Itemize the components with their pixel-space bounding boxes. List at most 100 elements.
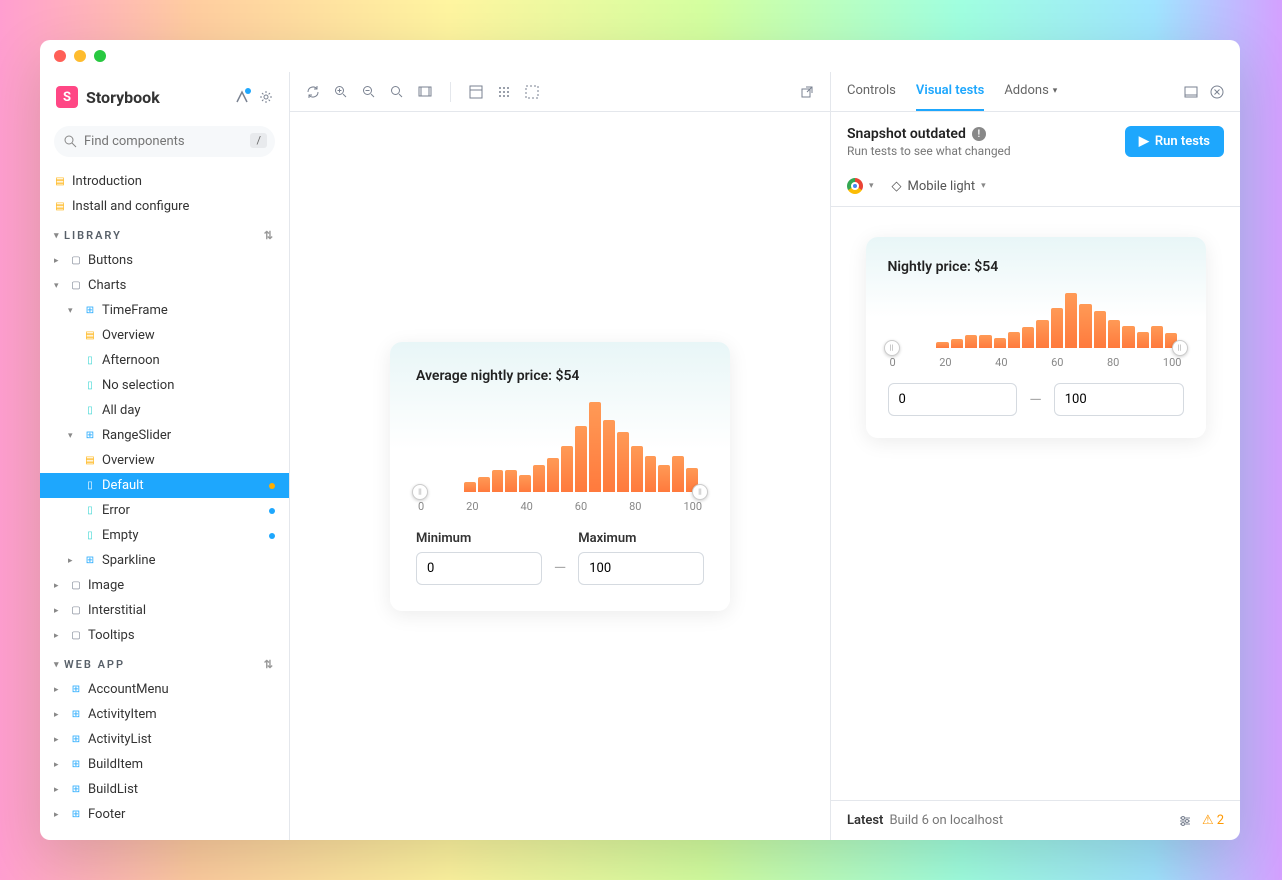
chart-bar <box>672 456 684 492</box>
chevron-right-icon: ▸ <box>54 631 64 641</box>
sidebar-item-charts[interactable]: ▾▢Charts <box>40 273 289 298</box>
chevron-right-icon: ▸ <box>54 685 64 695</box>
max-input[interactable] <box>578 552 704 585</box>
close-window-button[interactable] <box>54 50 66 62</box>
shortcuts-icon[interactable] <box>235 90 249 104</box>
folder-icon: ▢ <box>70 605 82 617</box>
min-input[interactable] <box>416 552 542 585</box>
axis-tick: 20 <box>466 500 478 513</box>
component-icon: ⊞ <box>70 684 82 696</box>
tab-visual-tests[interactable]: Visual tests <box>916 72 984 111</box>
sidebar-item-builditem[interactable]: ▸⊞BuildItem <box>40 752 289 777</box>
search-shortcut: / <box>250 133 267 148</box>
chevron-down-icon: ▾ <box>68 431 78 441</box>
sidebar-item-error[interactable]: ▯Error <box>40 498 289 523</box>
component-icon: ⊞ <box>84 430 96 442</box>
zoom-out-icon[interactable] <box>362 85 376 99</box>
snapshot-card: Nightly price: $54 || || 020406080100 — <box>866 237 1206 438</box>
sidebar-section-library[interactable]: ▾LIBRARY⇅ <box>40 219 289 248</box>
chart-bar <box>1065 293 1077 348</box>
run-tests-button[interactable]: ▶Run tests <box>1125 126 1224 157</box>
sidebar-doc-introduction[interactable]: ▤Introduction <box>40 169 289 194</box>
sidebar-section-webapp[interactable]: ▾WEB APP⇅ <box>40 648 289 677</box>
diamond-icon: ◇ <box>892 179 902 194</box>
chart-bar <box>464 482 476 492</box>
chart-bar <box>1137 332 1149 348</box>
footer-latest: Latest <box>847 813 883 828</box>
grid-icon[interactable] <box>497 85 511 99</box>
close-panel-icon[interactable] <box>1210 85 1224 99</box>
dash-separator: — <box>1029 390 1042 409</box>
slider-handle-max[interactable]: || <box>692 484 708 500</box>
warnings-indicator[interactable]: ⚠2 <box>1202 813 1224 828</box>
sidebar-item-noselection[interactable]: ▯No selection <box>40 373 289 398</box>
component-icon: ⊞ <box>70 759 82 771</box>
zoom-in-icon[interactable] <box>334 85 348 99</box>
settings-icon[interactable] <box>259 90 273 104</box>
chart-bar <box>1036 320 1048 348</box>
axis-tick: 40 <box>995 356 1007 369</box>
sidebar-item-activityitem[interactable]: ▸⊞ActivityItem <box>40 702 289 727</box>
tab-addons[interactable]: Addons ▾ <box>1004 72 1057 111</box>
sidebar-item-overview[interactable]: ▤Overview <box>40 323 289 348</box>
theme-selector[interactable]: ◇Mobile light▾ <box>892 179 986 194</box>
snap-slider-handle-min[interactable]: || <box>884 340 900 356</box>
sync-icon[interactable] <box>306 85 320 99</box>
component-icon: ⊞ <box>70 784 82 796</box>
snap-slider-handle-max[interactable]: || <box>1172 340 1188 356</box>
open-external-icon[interactable] <box>800 85 814 99</box>
sidebar-item-buildlist[interactable]: ▸⊞BuildList <box>40 777 289 802</box>
story-icon: ▯ <box>84 480 96 492</box>
folder-icon: ▢ <box>70 580 82 592</box>
snap-min-input[interactable] <box>888 383 1018 416</box>
sidebar-item-afternoon[interactable]: ▯Afternoon <box>40 348 289 373</box>
chevron-right-icon: ▸ <box>54 606 64 616</box>
viewport-icon[interactable] <box>418 85 432 99</box>
expand-icon[interactable]: ⇅ <box>264 658 275 671</box>
sidebar-item-rs-overview[interactable]: ▤Overview <box>40 448 289 473</box>
chevron-right-icon: ▸ <box>54 581 64 591</box>
chart-bar <box>645 456 657 492</box>
tab-controls[interactable]: Controls <box>847 72 896 111</box>
chevron-right-icon: ▸ <box>54 810 64 820</box>
background-icon[interactable] <box>469 85 483 99</box>
settings-icon[interactable] <box>1178 814 1192 828</box>
chevron-down-icon: ▾ <box>1053 86 1058 96</box>
slider-handle-min[interactable]: || <box>412 484 428 500</box>
chart-bar <box>965 335 977 348</box>
axis-tick: 80 <box>1107 356 1119 369</box>
sidebar-toggle-icon[interactable] <box>1184 85 1198 99</box>
snapshot-histogram <box>888 293 1184 348</box>
sidebar-item-interstitial[interactable]: ▸▢Interstitial <box>40 598 289 623</box>
zoom-reset-icon[interactable] <box>390 85 404 99</box>
sidebar-item-timeframe[interactable]: ▾⊞TimeFrame <box>40 298 289 323</box>
snap-max-input[interactable] <box>1054 383 1184 416</box>
sidebar-item-rangeslider[interactable]: ▾⊞RangeSlider <box>40 423 289 448</box>
browser-selector[interactable]: ▾ <box>847 178 874 194</box>
sidebar-item-buttons[interactable]: ▸▢Buttons <box>40 248 289 273</box>
sidebar-item-empty[interactable]: ▯Empty <box>40 523 289 548</box>
chart-bar <box>519 475 531 492</box>
warning-icon: ⚠ <box>1202 813 1214 828</box>
sidebar-item-sparkline[interactable]: ▸⊞Sparkline <box>40 548 289 573</box>
status-dot-icon <box>269 533 275 539</box>
chart-bar <box>1094 311 1106 348</box>
sidebar-item-tooltips[interactable]: ▸▢Tooltips <box>40 623 289 648</box>
axis-tick: 60 <box>575 500 587 513</box>
chart-bar <box>547 458 559 492</box>
outline-icon[interactable] <box>525 85 539 99</box>
minimize-window-button[interactable] <box>74 50 86 62</box>
expand-icon[interactable]: ⇅ <box>264 229 275 242</box>
app-window: S Storybook / ▤Introduction ▤Install and… <box>40 40 1240 840</box>
maximize-window-button[interactable] <box>94 50 106 62</box>
sidebar-item-accountmenu[interactable]: ▸⊞AccountMenu <box>40 677 289 702</box>
sidebar-item-allday[interactable]: ▯All day <box>40 398 289 423</box>
sidebar-item-footer[interactable]: ▸⊞Footer <box>40 802 289 827</box>
sidebar-item-activitylist[interactable]: ▸⊞ActivityList <box>40 727 289 752</box>
chart-bar <box>658 465 670 491</box>
sidebar-item-image[interactable]: ▸▢Image <box>40 573 289 598</box>
search-input[interactable] <box>54 126 275 157</box>
sidebar-item-default[interactable]: ▯Default <box>40 473 289 498</box>
sidebar-doc-install[interactable]: ▤Install and configure <box>40 194 289 219</box>
chart-bar <box>1008 332 1020 348</box>
